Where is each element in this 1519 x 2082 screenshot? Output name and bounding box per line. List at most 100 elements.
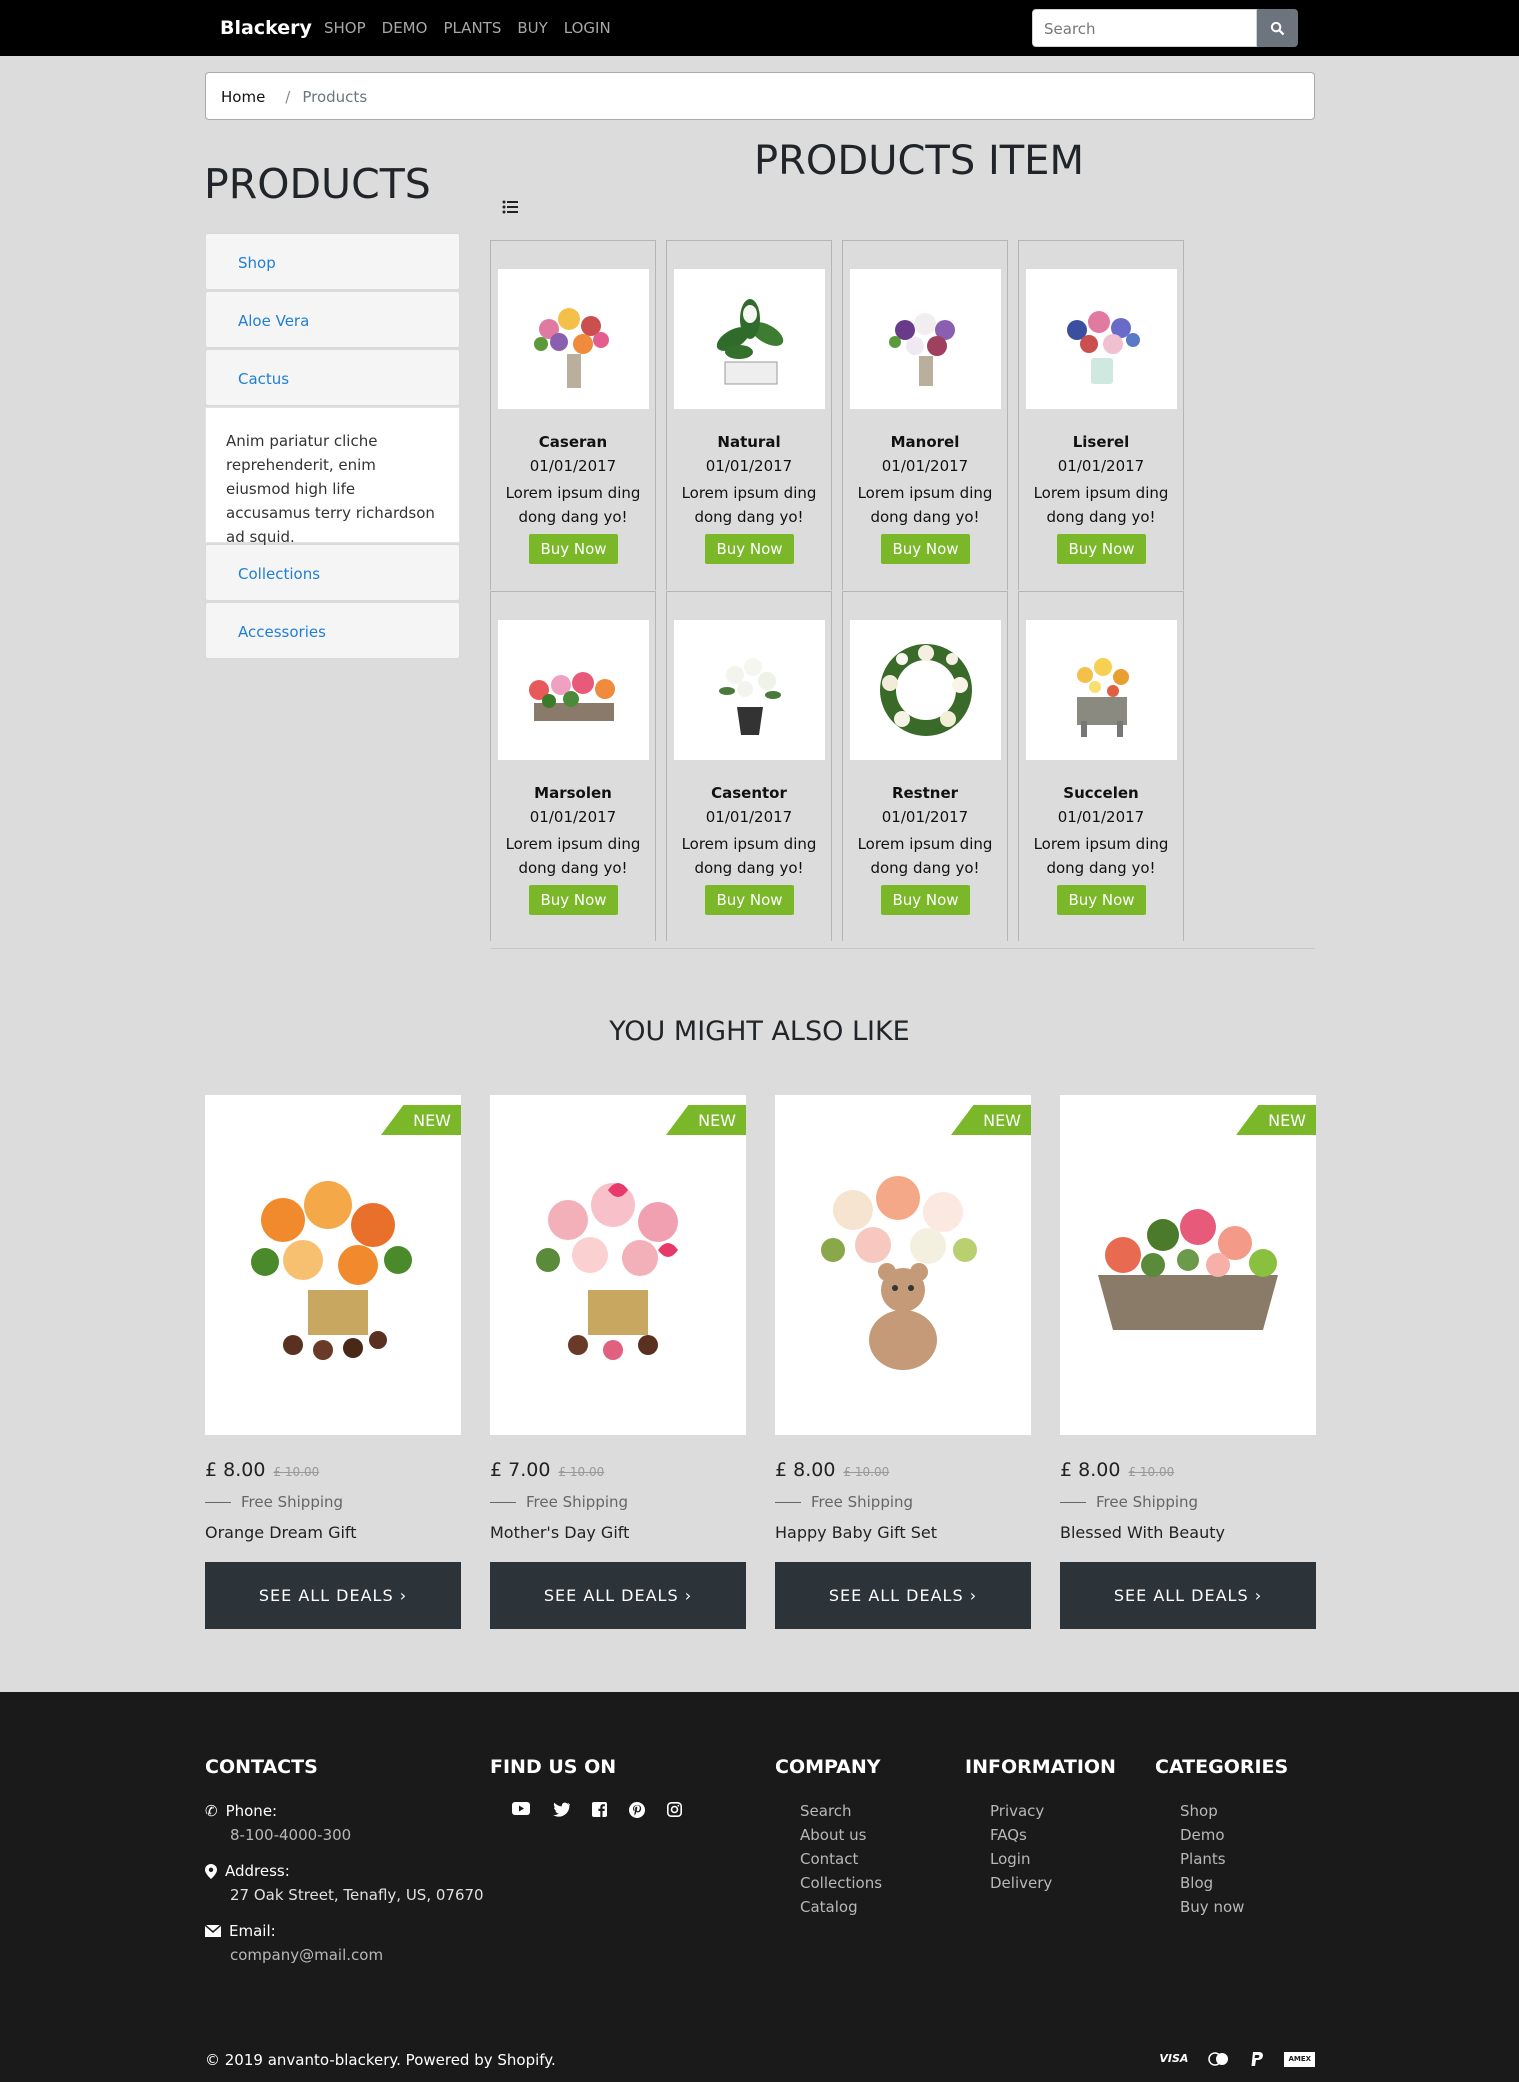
breadcrumb-current: Products: [302, 88, 368, 106]
footer-link-shop[interactable]: Shop: [1155, 1802, 1288, 1820]
address-value: 27 Oak Street, Tenafly, US, 07670: [230, 1886, 484, 1904]
buy-now-button[interactable]: Buy Now: [529, 534, 618, 564]
product-name[interactable]: Casentor: [667, 784, 831, 802]
product-image[interactable]: [498, 620, 649, 760]
footer-link-about[interactable]: About us: [775, 1826, 882, 1844]
shipping-info: Free Shipping: [490, 1493, 746, 1511]
phone-value[interactable]: 8-100-4000-300: [205, 1826, 484, 1844]
breadcrumb-separator: /: [285, 88, 291, 106]
sidebar-item-cactus[interactable]: Cactus: [205, 349, 460, 406]
chevron-right-icon: ›: [684, 1586, 693, 1605]
deal-image[interactable]: NEW: [490, 1095, 746, 1435]
product-card: Liserel 01/01/2017 Lorem ipsum ding dong…: [1018, 240, 1184, 590]
footer-link-collections[interactable]: Collections: [775, 1874, 882, 1892]
footer-link-list: Search About us Contact Collections Cata…: [775, 1802, 882, 1916]
pinterest-icon[interactable]: [629, 1802, 645, 1818]
see-all-deals-button[interactable]: SEE ALL DEALS ›: [205, 1562, 461, 1629]
product-image[interactable]: [674, 620, 825, 760]
email-value[interactable]: company@mail.com: [205, 1946, 484, 1964]
footer-link-login[interactable]: Login: [965, 1850, 1116, 1868]
product-image[interactable]: [850, 269, 1001, 409]
buy-now-button[interactable]: Buy Now: [881, 885, 970, 915]
buy-now-button[interactable]: Buy Now: [705, 885, 794, 915]
product-name[interactable]: Liserel: [1019, 433, 1183, 451]
product-date: 01/01/2017: [705, 808, 793, 826]
product-image[interactable]: [1026, 620, 1177, 760]
search-button[interactable]: [1257, 9, 1298, 47]
product-date: 01/01/2017: [881, 808, 969, 826]
youtube-icon[interactable]: [512, 1802, 530, 1815]
nav-demo[interactable]: DEMO: [382, 19, 428, 37]
map-pin-icon: [205, 1863, 217, 1879]
buy-now-button[interactable]: Buy Now: [705, 534, 794, 564]
deal-image[interactable]: NEW: [1060, 1095, 1316, 1435]
footer-link-catalog[interactable]: Catalog: [775, 1898, 882, 1916]
site-footer: CONTACTS ✆ Phone: 8-100-4000-300 Address:…: [0, 1692, 1519, 2082]
button-label: SEE ALL DEALS: [543, 1586, 679, 1605]
shipping-label: Free Shipping: [526, 1493, 629, 1511]
sidebar-item-shop[interactable]: Shop: [205, 233, 460, 290]
see-all-deals-button[interactable]: SEE ALL DEALS ›: [775, 1562, 1031, 1629]
product-image[interactable]: [498, 269, 649, 409]
search-input[interactable]: Search: [1032, 9, 1257, 47]
footer-link-demo[interactable]: Demo: [1155, 1826, 1288, 1844]
sidebar-item-aloe-vera[interactable]: Aloe Vera: [205, 291, 460, 348]
price: £ 8.00 £ 10.00: [205, 1459, 461, 1481]
product-image[interactable]: [850, 620, 1001, 760]
list-view-icon[interactable]: [502, 200, 518, 218]
product-card: Succelen 01/01/2017 Lorem ipsum ding don…: [1018, 591, 1184, 941]
deal-name[interactable]: Mother's Day Gift: [490, 1523, 746, 1542]
buy-now-button[interactable]: Buy Now: [1057, 885, 1146, 915]
product-name[interactable]: Succelen: [1019, 784, 1183, 802]
price: £ 7.00 £ 10.00: [490, 1459, 746, 1481]
footer-link-privacy[interactable]: Privacy: [965, 1802, 1116, 1820]
footer-link-contact[interactable]: Contact: [775, 1850, 882, 1868]
sidebar-item-label: Shop: [238, 254, 276, 272]
deal-image[interactable]: NEW: [775, 1095, 1031, 1435]
deal-image[interactable]: NEW: [205, 1095, 461, 1435]
deal-name[interactable]: Happy Baby Gift Set: [775, 1523, 1031, 1542]
footer-link-plants[interactable]: Plants: [1155, 1850, 1288, 1868]
footer-contacts: CONTACTS ✆ Phone: 8-100-4000-300 Address:…: [205, 1756, 484, 1982]
amex-icon: AMEX: [1284, 2052, 1315, 2067]
footer-information: INFORMATION Privacy FAQs Login Delivery: [965, 1756, 1116, 1898]
sidebar-item-accessories[interactable]: Accessories: [205, 602, 460, 659]
buy-now-button[interactable]: Buy Now: [1057, 534, 1146, 564]
current-price: £ 7.00: [490, 1459, 551, 1481]
product-name[interactable]: Natural: [667, 433, 831, 451]
phone-icon: ✆: [205, 1802, 218, 1820]
deal-name[interactable]: Blessed With Beauty: [1060, 1523, 1316, 1542]
breadcrumb-home[interactable]: Home: [221, 88, 265, 106]
deal-name[interactable]: Orange Dream Gift: [205, 1523, 461, 1542]
twitter-icon[interactable]: [552, 1802, 570, 1817]
nav-plants[interactable]: PLANTS: [443, 19, 501, 37]
product-name[interactable]: Restner: [843, 784, 1007, 802]
product-name[interactable]: Marsolen: [491, 784, 655, 802]
brand-logo[interactable]: Blackery: [220, 17, 312, 39]
see-all-deals-button[interactable]: SEE ALL DEALS ›: [1060, 1562, 1316, 1629]
footer-link-delivery[interactable]: Delivery: [965, 1874, 1116, 1892]
payment-icons: VISA AMEX: [1159, 2052, 1315, 2067]
contact-phone: ✆ Phone: 8-100-4000-300: [205, 1802, 484, 1844]
nav-buy[interactable]: BUY: [517, 19, 547, 37]
product-name[interactable]: Manorel: [843, 433, 1007, 451]
product-image[interactable]: [674, 269, 825, 409]
instagram-icon[interactable]: [667, 1802, 682, 1817]
footer-link-blog[interactable]: Blog: [1155, 1874, 1288, 1892]
sidebar-item-collections[interactable]: Collections: [205, 544, 460, 601]
footer-link-search[interactable]: Search: [775, 1802, 882, 1820]
buy-now-button[interactable]: Buy Now: [529, 885, 618, 915]
facebook-icon[interactable]: [592, 1802, 607, 1817]
nav-login[interactable]: LOGIN: [564, 19, 611, 37]
shipping-dash: [775, 1501, 801, 1503]
nav-shop[interactable]: SHOP: [324, 19, 366, 37]
contact-email: Email: company@mail.com: [205, 1922, 484, 1964]
buy-now-button[interactable]: Buy Now: [881, 534, 970, 564]
see-all-deals-button[interactable]: SEE ALL DEALS ›: [490, 1562, 746, 1629]
old-price: £ 10.00: [558, 1465, 605, 1479]
product-date: 01/01/2017: [1057, 457, 1145, 475]
footer-link-buy-now[interactable]: Buy now: [1155, 1898, 1288, 1916]
product-name[interactable]: Caseran: [491, 433, 655, 451]
footer-link-faqs[interactable]: FAQs: [965, 1826, 1116, 1844]
product-image[interactable]: [1026, 269, 1177, 409]
